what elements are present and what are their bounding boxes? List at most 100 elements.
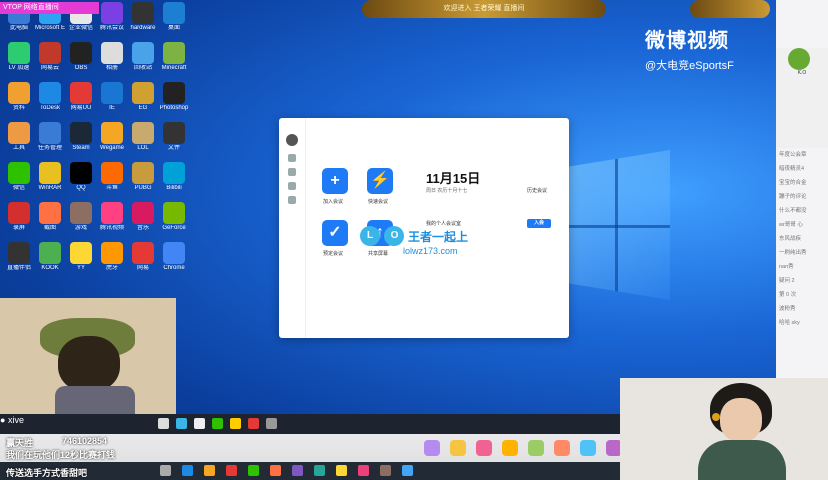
meeting-subdate: 周日 农历十月十七 — [426, 188, 468, 194]
desktop-icon[interactable]: LOL — [128, 122, 158, 152]
desktop-icon[interactable]: 腾讯视频 — [97, 202, 127, 232]
desktop-icon[interactable]: 资料 — [4, 82, 34, 112]
taskbar-app-icon[interactable] — [212, 418, 223, 429]
desktop-icon[interactable]: 网易UU — [66, 82, 96, 112]
desktop-icon-label: IE — [109, 105, 115, 111]
desktop-icon[interactable]: 微信 — [4, 162, 34, 192]
bottom-taskbar-icon[interactable] — [402, 465, 413, 476]
bottom-taskbar-icon[interactable] — [182, 465, 193, 476]
bottom-taskbar-icon[interactable] — [248, 465, 259, 476]
taskbar-app-icon[interactable] — [176, 418, 187, 429]
danmu-qq: 746102854 — [62, 436, 108, 446]
desktop-icon[interactable]: 桌面 — [159, 2, 189, 32]
desktop-icon[interactable]: 网易 — [128, 242, 158, 272]
chat-message: 宝宝的合金 — [779, 180, 807, 186]
quick-meeting-button[interactable]: ⚡ — [367, 168, 393, 194]
app-icon — [70, 162, 92, 184]
desktop-icon-label: KOOK — [41, 265, 59, 271]
desktop-icon[interactable]: 文件 — [159, 122, 189, 152]
desktop-icon[interactable]: 直播伴侣 — [4, 242, 34, 272]
taskbar-app-icon[interactable] — [248, 418, 259, 429]
desktop-icon[interactable]: Chrome — [159, 242, 189, 272]
chat-header: K.O — [776, 48, 828, 148]
app-icon — [39, 162, 61, 184]
bottom-taskbar-icon[interactable] — [204, 465, 215, 476]
desktop-icon[interactable]: Photoshop — [159, 82, 189, 112]
desktop-icon[interactable]: 游戏 — [66, 202, 96, 232]
desktop-icon[interactable]: 工具 — [4, 122, 34, 152]
home-icon[interactable] — [288, 154, 296, 162]
desktop-icon[interactable]: 回收站 — [128, 42, 158, 72]
taskbar-app-icon[interactable] — [194, 418, 205, 429]
desktop-icon[interactable]: Minecraft — [159, 42, 189, 72]
avatar[interactable] — [286, 134, 298, 146]
history-link[interactable]: 历史会议 — [527, 187, 547, 194]
chat-message: 什么不都没 — [779, 208, 807, 214]
desktop-icon-label: LV 加速 — [8, 65, 30, 71]
app-icon — [132, 122, 154, 144]
join-meeting-button[interactable]: + — [322, 168, 348, 194]
desktop-icon[interactable]: YY — [66, 242, 96, 272]
app-icon — [163, 162, 185, 184]
desktop-icon[interactable]: 相册 — [97, 42, 127, 72]
schedule-meeting-button[interactable]: ✓ — [322, 220, 348, 246]
bottom-taskbar-icon[interactable] — [160, 465, 171, 476]
desktop-icon[interactable]: 音乐 — [128, 202, 158, 232]
desktop-icon[interactable]: 斗鱼 — [97, 162, 127, 192]
desktop-icon[interactable]: OBS — [66, 42, 96, 72]
chat-message: 蹦子的评论 — [779, 194, 807, 200]
meeting-sidebar — [279, 118, 306, 338]
desktop-icon[interactable]: Wegame — [97, 122, 127, 152]
bottom-taskbar-icon[interactable] — [358, 465, 369, 476]
desktop-icon[interactable]: KOOK — [35, 242, 65, 272]
desktop-icon[interactable]: 录屏 — [4, 202, 34, 232]
gift-icon[interactable] — [554, 440, 570, 456]
desktop-icon[interactable]: 虎牙 — [97, 242, 127, 272]
join-button[interactable]: 入会 — [527, 219, 551, 228]
meetings-icon[interactable] — [288, 182, 296, 190]
bottom-taskbar-icon[interactable] — [314, 465, 325, 476]
bottom-taskbar-icon[interactable] — [270, 465, 281, 476]
gift-icon[interactable] — [424, 440, 440, 456]
desktop-icon[interactable]: PUBG — [128, 162, 158, 192]
app-icon — [8, 82, 30, 104]
gift-icon[interactable] — [476, 440, 492, 456]
desktop-icon[interactable]: GeForce — [159, 202, 189, 232]
desktop-icon[interactable]: 截图 — [35, 202, 65, 232]
desktop-icon[interactable]: LV 加速 — [4, 42, 34, 72]
gift-icon[interactable] — [528, 440, 544, 456]
desktop-icon[interactable]: Bilibili — [159, 162, 189, 192]
app-icon — [8, 122, 30, 144]
desktop-icon-label: 网易 — [136, 265, 149, 271]
desktop-icon[interactable]: 网易云 — [35, 42, 65, 72]
gift-icon[interactable] — [450, 440, 466, 456]
webcam-left — [0, 298, 176, 414]
meeting-date: 11月15日 — [426, 171, 481, 186]
gift-icon[interactable] — [580, 440, 596, 456]
bottom-taskbar-icon[interactable] — [380, 465, 391, 476]
contacts-icon[interactable] — [288, 196, 296, 204]
chat-icon[interactable] — [288, 168, 296, 176]
bottom-taskbar-icon[interactable] — [292, 465, 303, 476]
taskbar-app-icon[interactable] — [230, 418, 241, 429]
desktop-icon-label: 虎牙 — [105, 265, 118, 271]
taskbar-app-icon[interactable] — [266, 418, 277, 429]
desktop-icon[interactable]: QQ — [66, 162, 96, 192]
app-icon — [39, 82, 61, 104]
meeting-title: 我的个人会议室 — [426, 221, 462, 227]
gift-icon[interactable] — [502, 440, 518, 456]
taskbar-app-icon[interactable] — [158, 418, 169, 429]
desktop-icon[interactable]: 任务管理 — [35, 122, 65, 152]
desktop-icon[interactable]: WinRAR — [35, 162, 65, 192]
desktop-icon[interactable]: IE — [97, 82, 127, 112]
desktop-icon[interactable]: Steam — [66, 122, 96, 152]
bottom-taskbar-icon[interactable] — [226, 465, 237, 476]
danmu-user: xive — [7, 415, 24, 425]
bottom-taskbar-icon[interactable] — [336, 465, 347, 476]
desktop-icon[interactable]: hardware — [128, 2, 158, 32]
app-icon — [101, 42, 123, 64]
desktop-icon[interactable]: EG — [128, 82, 158, 112]
desktop-icon[interactable]: ToDesk — [35, 82, 65, 112]
desktop-icon[interactable]: 腾讯会议 — [97, 2, 127, 32]
watermark-brand: 王者一起上 — [408, 230, 469, 244]
